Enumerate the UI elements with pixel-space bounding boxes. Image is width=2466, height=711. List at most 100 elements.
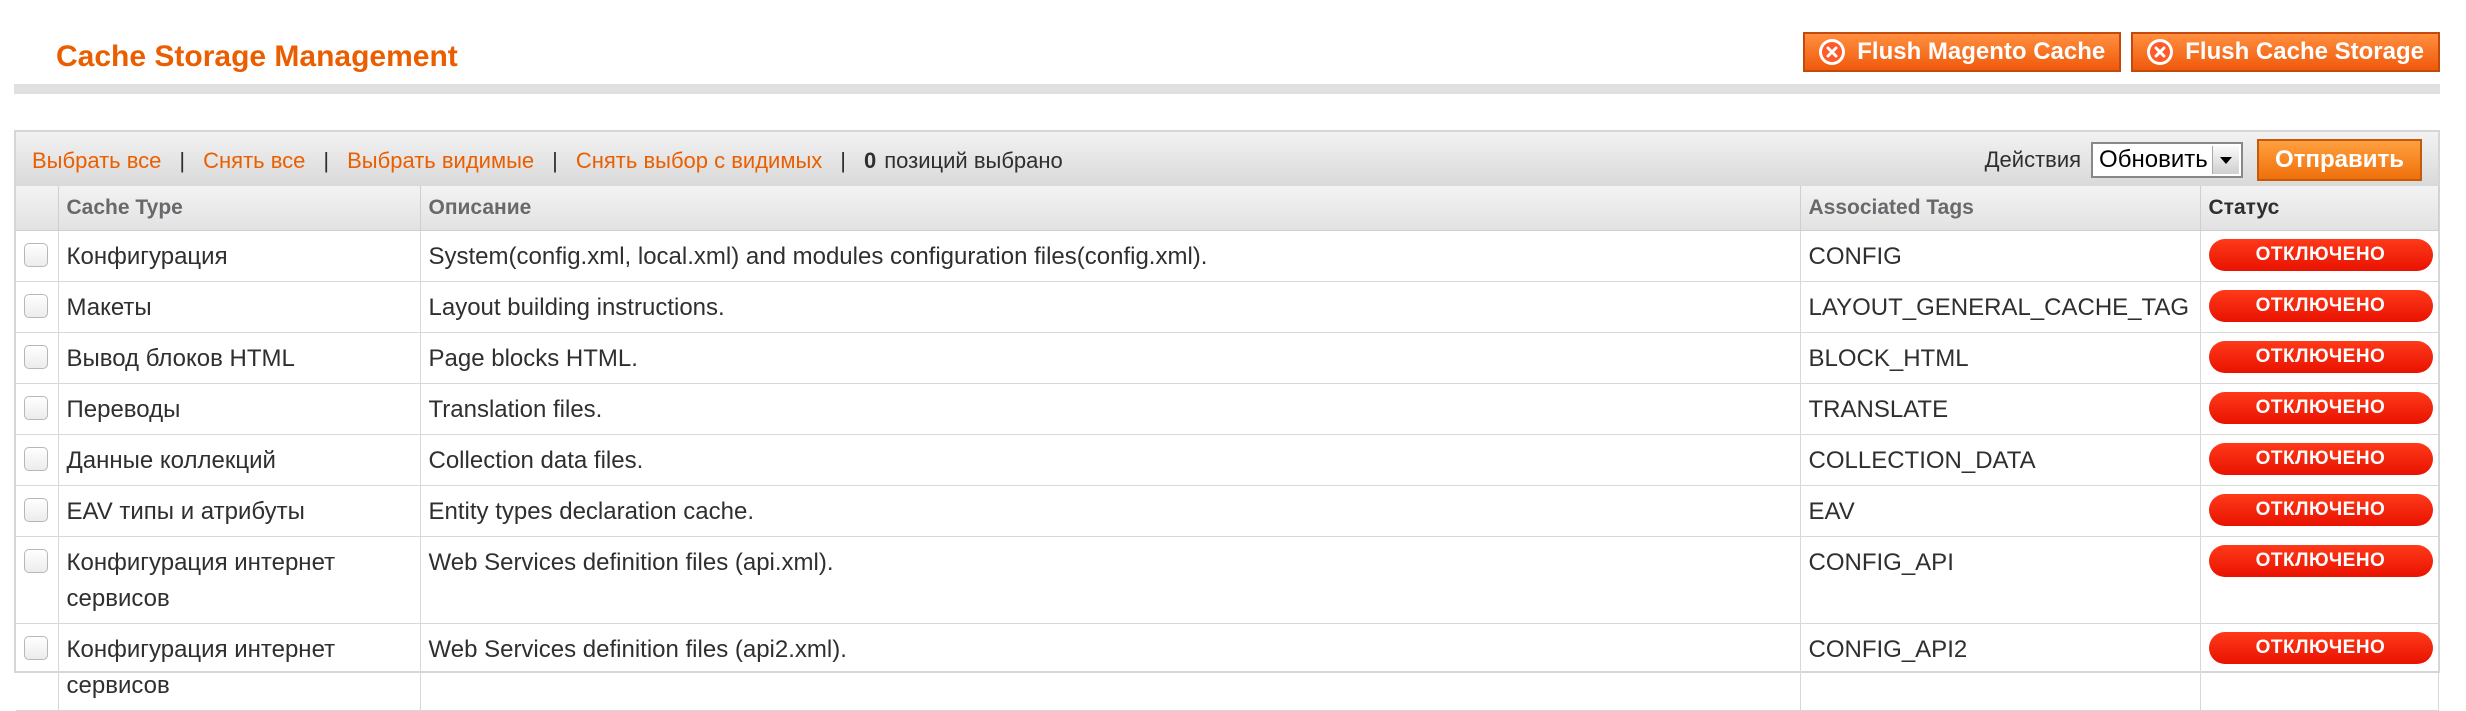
separator: | xyxy=(552,148,558,173)
cell-description: Translation files. xyxy=(420,383,1801,435)
cell-cache-type: Конфигурация xyxy=(58,230,421,282)
column-status[interactable]: Статус xyxy=(2200,186,2439,231)
row-checkbox[interactable] xyxy=(24,447,48,471)
cell-cache-type: Конфигурация интернет сервисов xyxy=(58,536,421,624)
status-badge: ОТКЛЮЧЕНО xyxy=(2208,392,2433,424)
massaction-links: Выбрать все | Снять все | Выбрать видимы… xyxy=(32,148,1063,174)
cell-tags: LAYOUT_GENERAL_CACHE_TAG xyxy=(1800,281,2201,333)
status-badge: ОТКЛЮЧЕНО xyxy=(2208,290,2433,322)
table-header-row: Cache Type Описание Associated Tags Стат… xyxy=(16,186,2439,231)
row-checkbox-cell xyxy=(16,536,59,624)
cell-status: ОТКЛЮЧЕНО xyxy=(2200,332,2439,384)
x-circle-icon xyxy=(2147,39,2174,65)
status-badge: ОТКЛЮЧЕНО xyxy=(2208,545,2433,577)
row-checkbox-cell xyxy=(16,485,59,537)
table-row: Конфигурация System(config.xml, local.xm… xyxy=(16,230,2439,282)
submit-button[interactable]: Отправить xyxy=(2257,139,2422,181)
table-row: Данные коллекций Collection data files. … xyxy=(16,434,2439,486)
cell-cache-type: Макеты xyxy=(58,281,421,333)
cell-status: ОТКЛЮЧЕНО xyxy=(2200,383,2439,435)
cell-description: Collection data files. xyxy=(420,434,1801,486)
cell-description: System(config.xml, local.xml) and module… xyxy=(420,230,1801,282)
actions-label: Действия xyxy=(1984,147,2082,172)
separator: | xyxy=(323,148,330,173)
cell-tags: COLLECTION_DATA xyxy=(1800,434,2201,486)
cell-cache-type: Переводы xyxy=(58,383,421,435)
table-row: Вывод блоков HTML Page blocks HTML. BLOC… xyxy=(16,332,2439,384)
row-checkbox-cell xyxy=(16,281,59,333)
cell-cache-type: Конфигурация интернет сервисов xyxy=(58,623,421,711)
status-badge: ОТКЛЮЧЕНО xyxy=(2208,443,2433,475)
cell-description: Web Services definition files (api.xml). xyxy=(420,536,1801,624)
massaction-actions: Действия Обновить Отправить xyxy=(1985,139,2422,181)
table-row: Макеты Layout building instructions. LAY… xyxy=(16,281,2439,333)
selected-count: 0 xyxy=(864,148,877,173)
table-row: Конфигурация интернет сервисов Web Servi… xyxy=(16,623,2439,711)
table-row: Конфигурация интернет сервисов Web Servi… xyxy=(16,536,2439,624)
top-actions: Flush Magento Cache Flush Cache Storage xyxy=(1803,32,2440,72)
separator: | xyxy=(840,148,846,173)
flush-magento-cache-button[interactable]: Flush Magento Cache xyxy=(1803,32,2122,72)
page-header: Cache Storage Management Flush Magento C… xyxy=(14,28,2440,96)
select-all-link[interactable]: Выбрать все xyxy=(32,148,161,174)
column-cache-type[interactable]: Cache Type xyxy=(58,186,421,231)
cell-status: ОТКЛЮЧЕНО xyxy=(2200,281,2439,333)
status-badge: ОТКЛЮЧЕНО xyxy=(2208,632,2433,664)
cell-cache-type: Данные коллекций xyxy=(58,434,421,486)
cell-status: ОТКЛЮЧЕНО xyxy=(2200,485,2439,537)
header-divider xyxy=(14,84,2440,94)
flush-cache-storage-label: Flush Cache Storage xyxy=(2185,38,2424,65)
cell-status: ОТКЛЮЧЕНО xyxy=(2200,623,2439,711)
cell-description: Entity types declaration cache. xyxy=(420,485,1801,537)
row-checkbox[interactable] xyxy=(24,549,48,573)
cell-tags: EAV xyxy=(1800,485,2201,537)
row-checkbox[interactable] xyxy=(24,636,48,660)
flush-magento-cache-label: Flush Magento Cache xyxy=(1857,38,2106,65)
column-description[interactable]: Описание xyxy=(420,186,1801,231)
row-checkbox[interactable] xyxy=(24,294,48,318)
selected-count-label: позиций выбрано xyxy=(884,148,1063,173)
cell-cache-type: EAV типы и атрибуты xyxy=(58,485,421,537)
chevron-down-icon[interactable] xyxy=(2212,146,2240,174)
cell-status: ОТКЛЮЧЕНО xyxy=(2200,536,2439,624)
cell-tags: BLOCK_HTML xyxy=(1800,332,2201,384)
x-circle-icon xyxy=(1819,39,1846,65)
flush-cache-storage-button[interactable]: Flush Cache Storage xyxy=(2131,32,2440,72)
row-checkbox[interactable] xyxy=(24,243,48,267)
status-badge: ОТКЛЮЧЕНО xyxy=(2208,494,2433,526)
table-row: Переводы Translation files. TRANSLATE ОТ… xyxy=(16,383,2439,435)
row-checkbox-cell xyxy=(16,434,59,486)
cell-tags: TRANSLATE xyxy=(1800,383,2201,435)
separator: | xyxy=(179,148,186,173)
row-checkbox[interactable] xyxy=(24,396,48,420)
unselect-visible-link[interactable]: Снять выбор с видимых xyxy=(576,148,822,174)
massaction-bar: Выбрать все | Снять все | Выбрать видимы… xyxy=(16,132,2438,187)
row-checkbox-cell xyxy=(16,383,59,435)
row-checkbox-cell xyxy=(16,623,59,711)
cache-table: Cache Type Описание Associated Tags Стат… xyxy=(16,186,2439,711)
cell-cache-type: Вывод блоков HTML xyxy=(58,332,421,384)
cell-status: ОТКЛЮЧЕНО xyxy=(2200,434,2439,486)
header-checkbox-cell xyxy=(16,186,59,231)
column-associated-tags[interactable]: Associated Tags xyxy=(1800,186,2201,231)
cell-tags: CONFIG xyxy=(1800,230,2201,282)
cell-description: Layout building instructions. xyxy=(420,281,1801,333)
cell-description: Page blocks HTML. xyxy=(420,332,1801,384)
status-badge: ОТКЛЮЧЕНО xyxy=(2208,239,2433,271)
status-badge: ОТКЛЮЧЕНО xyxy=(2208,341,2433,373)
table-row: EAV типы и атрибуты Entity types declara… xyxy=(16,485,2439,537)
cell-tags: CONFIG_API xyxy=(1800,536,2201,624)
cell-description: Web Services definition files (api2.xml)… xyxy=(420,623,1801,711)
row-checkbox-cell xyxy=(16,332,59,384)
cell-status: ОТКЛЮЧЕНО xyxy=(2200,230,2439,282)
row-checkbox-cell xyxy=(16,230,59,282)
cell-tags: CONFIG_API2 xyxy=(1800,623,2201,711)
select-visible-link[interactable]: Выбрать видимые xyxy=(347,148,534,174)
unselect-all-link[interactable]: Снять все xyxy=(203,148,305,174)
row-checkbox[interactable] xyxy=(24,498,48,522)
actions-select[interactable]: Обновить xyxy=(2091,142,2244,178)
cache-grid: Выбрать все | Снять все | Выбрать видимы… xyxy=(14,130,2440,711)
page-title: Cache Storage Management xyxy=(56,40,458,73)
actions-select-value: Обновить xyxy=(2099,146,2208,173)
row-checkbox[interactable] xyxy=(24,345,48,369)
